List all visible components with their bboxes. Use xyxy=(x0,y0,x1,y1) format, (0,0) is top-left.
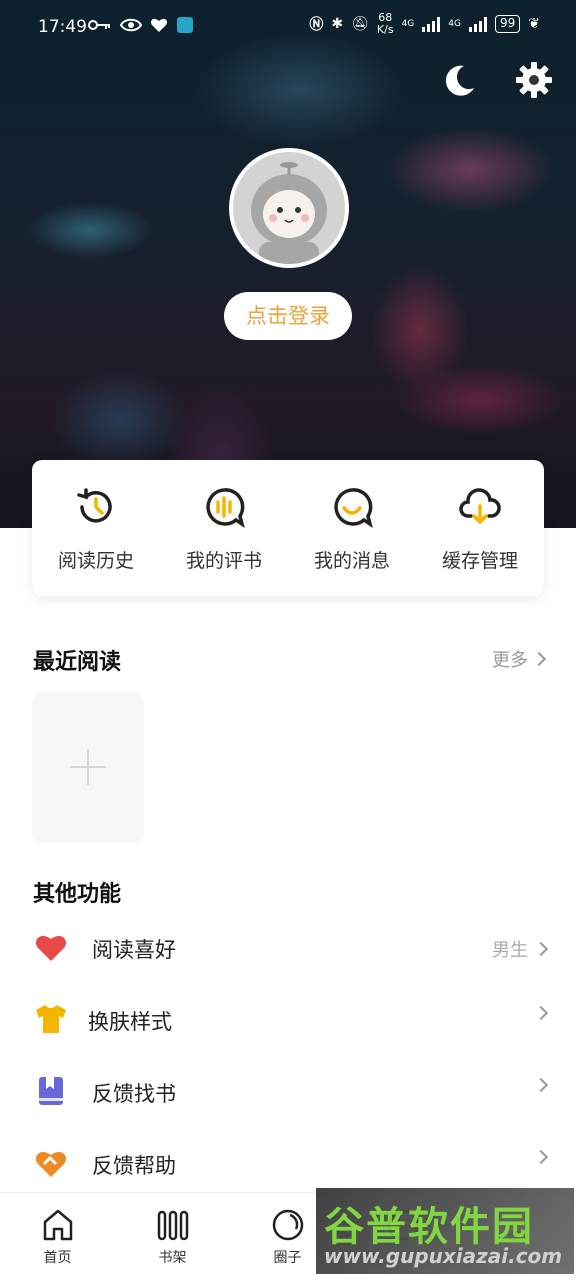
nav-label: 书架 xyxy=(158,1250,187,1266)
bluetooth-icon: ✱ xyxy=(331,16,344,32)
site-watermark: 谷普软件园 www.gupuxiazai.com xyxy=(316,1188,574,1274)
net-speed: 68 K/s xyxy=(376,11,394,36)
function-label: 阅读喜好 xyxy=(92,938,176,962)
status-time: 17:49 xyxy=(38,17,87,37)
cloud-download-icon xyxy=(459,488,501,524)
avatar[interactable] xyxy=(229,148,349,268)
battery-indicator: 99 xyxy=(494,15,521,33)
quick-action-messages[interactable]: 我的消息 xyxy=(288,460,416,596)
nav-label: 首页 xyxy=(43,1250,72,1266)
quick-actions-card: 阅读历史 我的评书 我的消息 缓存管理 xyxy=(32,460,544,596)
audio-comment-icon xyxy=(206,488,245,528)
nfc-icon: Ⓝ xyxy=(309,17,324,33)
quick-action-history[interactable]: 阅读历史 xyxy=(32,460,160,596)
app-notification-icon xyxy=(177,17,193,33)
bookmark-book-icon xyxy=(39,1077,63,1105)
function-label: 反馈帮助 xyxy=(92,1154,176,1178)
history-icon xyxy=(77,488,112,523)
function-label: 反馈找书 xyxy=(92,1082,176,1106)
chevron-right-icon xyxy=(531,651,547,667)
function-value: 男生 xyxy=(492,940,528,961)
chevron-right-icon xyxy=(533,1077,549,1093)
nav-label: 圈子 xyxy=(273,1250,302,1266)
help-heart-icon xyxy=(35,1152,67,1177)
heart-status-icon xyxy=(150,18,168,32)
circle-icon xyxy=(272,1209,303,1241)
function-row-feedback-book[interactable]: 反馈找书 xyxy=(0,1056,576,1128)
tshirt-icon xyxy=(36,1005,66,1033)
nav-item-home[interactable]: 首页 xyxy=(0,1193,115,1280)
eye-icon xyxy=(120,18,142,32)
signal-2-icon xyxy=(468,16,487,32)
home-icon xyxy=(43,1209,72,1241)
bookshelf-icon xyxy=(157,1210,188,1241)
status-bar: 17:49 Ⓝ ✱ 🔕︎ 68 K/s 4G 4G 99 ❦ xyxy=(0,0,576,56)
leaf-icon: ❦ xyxy=(528,16,540,32)
key-icon xyxy=(88,20,110,30)
add-book-button[interactable] xyxy=(32,692,144,842)
night-mode-icon[interactable] xyxy=(440,60,480,100)
login-button[interactable]: 点击登录 xyxy=(224,292,352,340)
more-label: 更多 xyxy=(492,650,528,671)
signal-2-label: 4G xyxy=(448,19,461,29)
chevron-right-icon xyxy=(533,1149,549,1165)
signal-1-icon xyxy=(422,16,441,32)
other-functions-title: 其他功能 xyxy=(33,881,122,907)
function-row-reading-preference[interactable]: 阅读喜好 男生 xyxy=(0,912,576,984)
watermark-url: www.gupuxiazai.com xyxy=(324,1244,563,1268)
settings-gear-icon[interactable] xyxy=(514,60,554,100)
quick-action-label: 我的评书 xyxy=(185,550,262,572)
quick-action-cache[interactable]: 缓存管理 xyxy=(416,460,544,596)
recent-reading-title: 最近阅读 xyxy=(33,649,122,675)
message-icon xyxy=(334,488,373,528)
quick-action-label: 阅读历史 xyxy=(57,550,134,572)
mute-icon: 🔕︎ xyxy=(351,16,369,32)
nav-item-bookshelf[interactable]: 书架 xyxy=(115,1193,230,1280)
default-avatar-icon xyxy=(233,152,345,264)
quick-action-label: 缓存管理 xyxy=(441,550,518,572)
quick-action-comments[interactable]: 我的评书 xyxy=(160,460,288,596)
chevron-right-icon xyxy=(533,941,549,957)
chevron-right-icon xyxy=(533,1005,549,1021)
more-link[interactable]: 更多 xyxy=(492,646,547,672)
heart-icon xyxy=(35,936,67,961)
signal-1-label: 4G xyxy=(401,19,415,29)
quick-action-label: 我的消息 xyxy=(313,550,390,572)
function-label: 换肤样式 xyxy=(88,1010,172,1034)
function-row-skin-style[interactable]: 换肤样式 xyxy=(0,984,576,1056)
